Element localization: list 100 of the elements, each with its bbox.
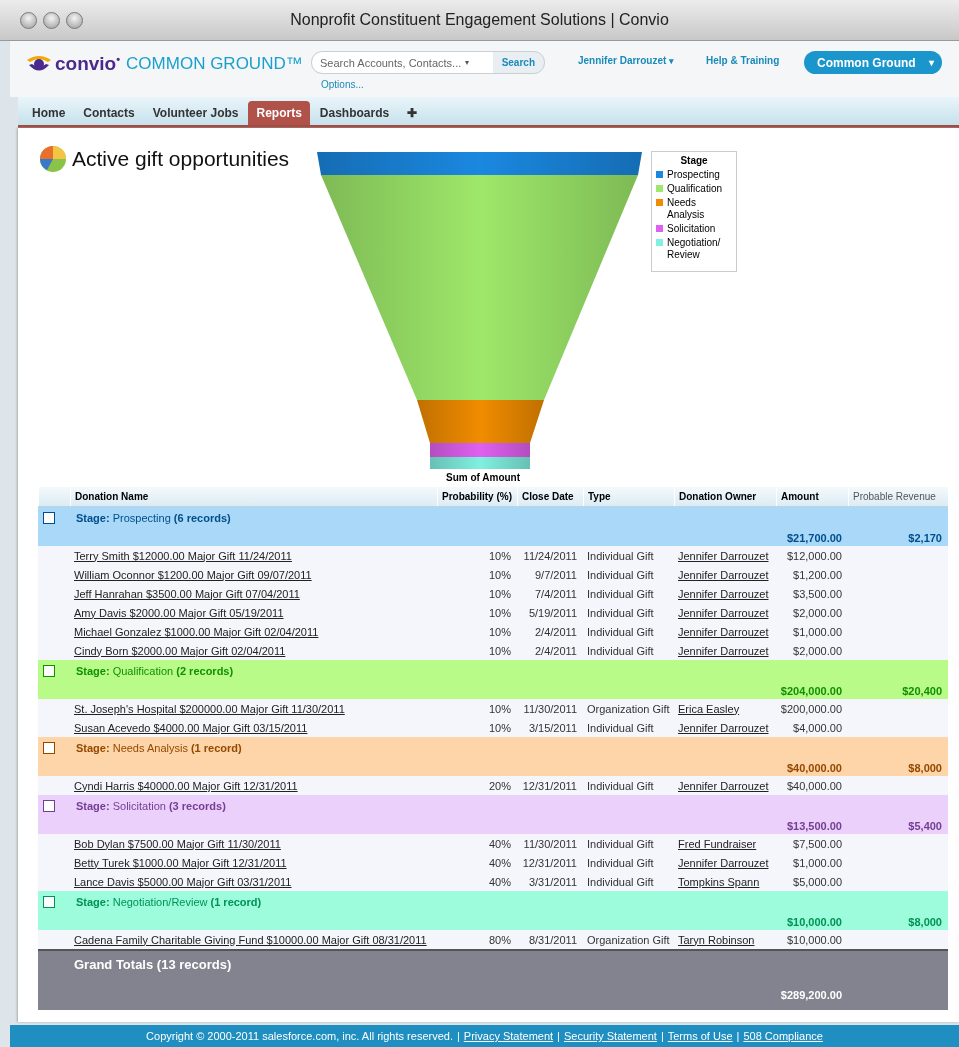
chart-icon bbox=[38, 144, 68, 174]
table-cell-text: 40% bbox=[487, 875, 512, 888]
checkbox[interactable] bbox=[43, 800, 55, 812]
tab[interactable]: Volunteer Jobs bbox=[144, 101, 247, 125]
legend-label: Solicitation bbox=[667, 223, 717, 235]
column-header[interactable]: Amount bbox=[776, 487, 848, 506]
donation-link[interactable]: Amy Davis $2000.00 Major Gift 05/19/2011 bbox=[74, 606, 284, 619]
table-cell-text: $4,000.00 bbox=[792, 721, 843, 734]
donation-link[interactable]: Michael Gonzalez $1000.00 Major Gift 02/04/2011 bbox=[74, 625, 319, 638]
table-cell-text: $40,000.00 bbox=[785, 779, 843, 792]
column-header[interactable]: Probable Revenue bbox=[848, 487, 948, 506]
owner-link[interactable]: Taryn Robinson bbox=[678, 933, 755, 946]
table-cell-text: $12,000.00 bbox=[785, 549, 843, 562]
table-cell-text: 10% bbox=[487, 721, 512, 734]
group-revenue: $5,400 bbox=[907, 820, 943, 832]
donation-link[interactable]: St. Joseph's Hospital $200000.00 Major Gift 11/30/2011 bbox=[74, 702, 345, 715]
table-cell-text: 11/30/2011 bbox=[522, 837, 578, 850]
table-cell-text: 3/31/2011 bbox=[527, 875, 578, 888]
table-cell-text: Individual Gift bbox=[586, 644, 655, 657]
footer-link[interactable]: Privacy Statement bbox=[463, 1030, 554, 1042]
table-cell-text: Individual Gift bbox=[586, 837, 655, 850]
checkbox[interactable] bbox=[43, 665, 55, 677]
checkbox[interactable] bbox=[43, 512, 55, 524]
table-cell-text: 11/30/2011 bbox=[522, 702, 578, 715]
legend-label: Negotiation/ Review bbox=[667, 237, 722, 261]
owner-link[interactable]: Jennifer Darrouzet bbox=[678, 587, 769, 600]
footer-link[interactable]: Terms of Use bbox=[667, 1030, 733, 1042]
table-cell-text: Organization Gift bbox=[586, 702, 671, 715]
separator: | bbox=[736, 1030, 740, 1042]
checkbox[interactable] bbox=[43, 896, 55, 908]
donation-link[interactable]: Cyndi Harris $40000.00 Major Gift 12/31/2011 bbox=[74, 779, 298, 792]
tab[interactable]: Reports bbox=[248, 101, 310, 125]
owner-link[interactable]: Jennifer Darrouzet bbox=[678, 721, 769, 734]
checkbox[interactable] bbox=[43, 742, 55, 754]
owner-link[interactable]: Jennifer Darrouzet bbox=[678, 606, 769, 619]
owner-link[interactable]: Jennifer Darrouzet bbox=[678, 856, 769, 869]
owner-link[interactable]: Jennifer Darrouzet bbox=[678, 549, 769, 562]
owner-link[interactable]: Tompkins Spann bbox=[678, 875, 760, 888]
table-cell-text: 3/15/2011 bbox=[527, 721, 578, 734]
column-header[interactable]: Probability (%) bbox=[437, 487, 517, 506]
owner-link[interactable]: Erica Easley bbox=[678, 702, 740, 715]
table-cell-text: 10% bbox=[487, 549, 512, 562]
table-cell-text: $2,000.00 bbox=[792, 606, 843, 619]
options-link[interactable]: Options... bbox=[321, 79, 578, 90]
table-cell-text: $3,500.00 bbox=[792, 587, 843, 600]
donation-link[interactable]: Lance Davis $5000.00 Major Gift 03/31/2011 bbox=[74, 875, 292, 888]
brand-name: convio$^{•}$ bbox=[55, 53, 121, 76]
user-menu[interactable]: Jennifer Darrouzet ▾ bbox=[578, 55, 706, 66]
table-cell-text: $200,000.00 bbox=[779, 702, 843, 715]
footer-link[interactable]: 508 Compliance bbox=[743, 1030, 823, 1042]
group-revenue: $8,000 bbox=[907, 762, 943, 774]
zoom-icon[interactable] bbox=[66, 11, 83, 29]
product-name: COMMON GROUND™ bbox=[126, 54, 303, 75]
group-title: Stage: Needs Analysis (1 record) bbox=[76, 742, 242, 754]
close-icon[interactable] bbox=[20, 11, 37, 29]
owner-link[interactable]: Jennifer Darrouzet bbox=[678, 644, 769, 657]
window-title: Nonprofit Constituent Engagement Solutions | Convio bbox=[289, 11, 670, 29]
column-header[interactable]: Donation Name bbox=[70, 487, 437, 506]
table-cell-text: $1,000.00 bbox=[792, 625, 843, 638]
table-cell-text: 10% bbox=[487, 625, 512, 638]
column-header[interactable]: Type bbox=[583, 487, 674, 506]
table-cell-text: 9/7/2011 bbox=[534, 568, 578, 581]
donation-link[interactable]: William Oconnor $1200.00 Major Gift 09/07/2011 bbox=[74, 568, 312, 581]
group-amount: $204,000.00 bbox=[779, 685, 843, 697]
chart-caption: Sum of Amount bbox=[445, 472, 521, 483]
table-cell-text: 10% bbox=[487, 702, 512, 715]
group-amount: $40,000.00 bbox=[785, 762, 843, 774]
help-link[interactable]: Help & Training bbox=[706, 55, 804, 66]
footer-link[interactable]: Security Statement bbox=[563, 1030, 657, 1042]
owner-link[interactable]: Jennifer Darrouzet bbox=[678, 568, 769, 581]
table-cell-text: $10,000.00 bbox=[785, 933, 843, 946]
tab[interactable]: ✚ bbox=[399, 101, 426, 125]
tab[interactable]: Contacts bbox=[75, 101, 143, 125]
donation-link[interactable]: Cindy Born $2000.00 Major Gift 02/04/2011 bbox=[74, 644, 286, 657]
owner-link[interactable]: Jennifer Darrouzet bbox=[678, 625, 769, 638]
table-cell-text: 7/4/2011 bbox=[534, 587, 578, 600]
table-cell-text: $1,200.00 bbox=[792, 568, 843, 581]
grand-total-amount: $289,200.00 bbox=[779, 987, 843, 1003]
minimize-icon[interactable] bbox=[43, 11, 60, 29]
table-cell-text: $2,000.00 bbox=[792, 644, 843, 657]
column-header[interactable]: Donation Owner bbox=[674, 487, 776, 506]
column-header[interactable]: Close Date bbox=[517, 487, 583, 506]
table-cell-text: Individual Gift bbox=[586, 587, 655, 600]
tab[interactable]: Dashboards bbox=[311, 101, 398, 125]
table-cell-text: 11/24/2011 bbox=[522, 549, 578, 562]
group-revenue: $8,000 bbox=[907, 916, 943, 928]
donation-link[interactable]: Jeff Hanrahan $3500.00 Major Gift 07/04/2011 bbox=[74, 587, 300, 600]
table-cell-text: 10% bbox=[487, 587, 512, 600]
donation-link[interactable]: Susan Acevedo $4000.00 Major Gift 03/15/2011 bbox=[74, 721, 308, 734]
donation-link[interactable]: Betty Turek $1000.00 Major Gift 12/31/2011 bbox=[74, 856, 287, 869]
report-title: Active gift opportunities bbox=[72, 147, 290, 171]
owner-link[interactable]: Jennifer Darrouzet bbox=[678, 779, 769, 792]
table-cell-text: Individual Gift bbox=[586, 568, 655, 581]
owner-link[interactable]: Fred Fundraiser bbox=[678, 837, 757, 850]
donation-link[interactable]: Cadena Family Charitable Giving Fund $10000.00 Major Gift 08/31/2011 bbox=[74, 933, 427, 946]
group-title: Stage: Solicitation (3 records) bbox=[76, 800, 226, 812]
donation-link[interactable]: Terry Smith $12000.00 Major Gift 11/24/2011 bbox=[74, 549, 292, 562]
tab[interactable]: Home bbox=[24, 101, 74, 125]
donation-link[interactable]: Bob Dylan $7500.00 Major Gift 11/30/2011 bbox=[74, 837, 281, 850]
legend-label: Qualification bbox=[667, 183, 724, 195]
